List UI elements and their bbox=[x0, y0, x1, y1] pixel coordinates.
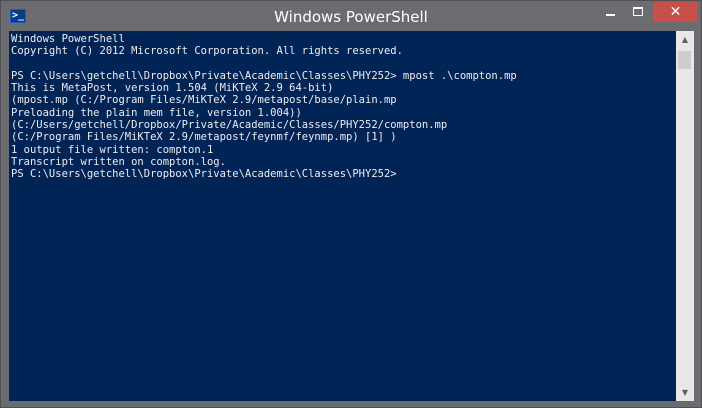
console-line: This is MetaPost, version 1.504 (MiKTeX … bbox=[11, 82, 334, 95]
scroll-up-arrow-icon: ▲ bbox=[681, 35, 689, 44]
window-title: Windows PowerShell bbox=[274, 8, 428, 26]
maximize-icon bbox=[633, 7, 643, 16]
title-bar[interactable]: >_ Windows PowerShell ✕ bbox=[1, 1, 701, 31]
console-line: PS C:\Users\getchell\Dropbox\Private\Aca… bbox=[11, 69, 517, 82]
maximize-button[interactable] bbox=[625, 2, 652, 22]
console-line: Preloading the plain mem file, version 1… bbox=[11, 106, 302, 119]
scroll-thumb[interactable] bbox=[678, 51, 691, 69]
minimize-button[interactable] bbox=[597, 2, 624, 22]
console-line: Copyright (C) 2012 Microsoft Corporation… bbox=[11, 45, 403, 58]
console-prompt-line[interactable]: PS C:\Users\getchell\Dropbox\Private\Aca… bbox=[11, 168, 676, 180]
console-line: (C:/Program Files/MiKTeX 2.9/metapost/fe… bbox=[11, 131, 397, 144]
vertical-scrollbar[interactable]: ▲ ▼ bbox=[676, 31, 694, 401]
scroll-down-arrow-icon: ▼ bbox=[681, 388, 689, 397]
close-icon: ✕ bbox=[669, 4, 682, 20]
console-line: Windows PowerShell bbox=[11, 33, 125, 45]
console-output[interactable]: Windows PowerShell Copyright (C) 2012 Mi… bbox=[9, 31, 676, 401]
scroll-up-button[interactable]: ▲ bbox=[676, 31, 694, 48]
console-line: Transcript written on compton.log. bbox=[11, 155, 226, 168]
console-line: (mpost.mp (C:/Program Files/MiKTeX 2.9/m… bbox=[11, 94, 397, 107]
close-button[interactable]: ✕ bbox=[653, 2, 698, 22]
console-line: 1 output file written: compton.1 bbox=[11, 143, 214, 156]
scroll-down-button[interactable]: ▼ bbox=[676, 384, 694, 401]
minimize-icon bbox=[606, 14, 615, 16]
powershell-window: >_ Windows PowerShell ✕ Windows PowerShe… bbox=[0, 0, 702, 408]
console-line: (C:/Users/getchell/Dropbox/Private/Acade… bbox=[11, 119, 448, 132]
resize-grip[interactable] bbox=[694, 389, 702, 401]
